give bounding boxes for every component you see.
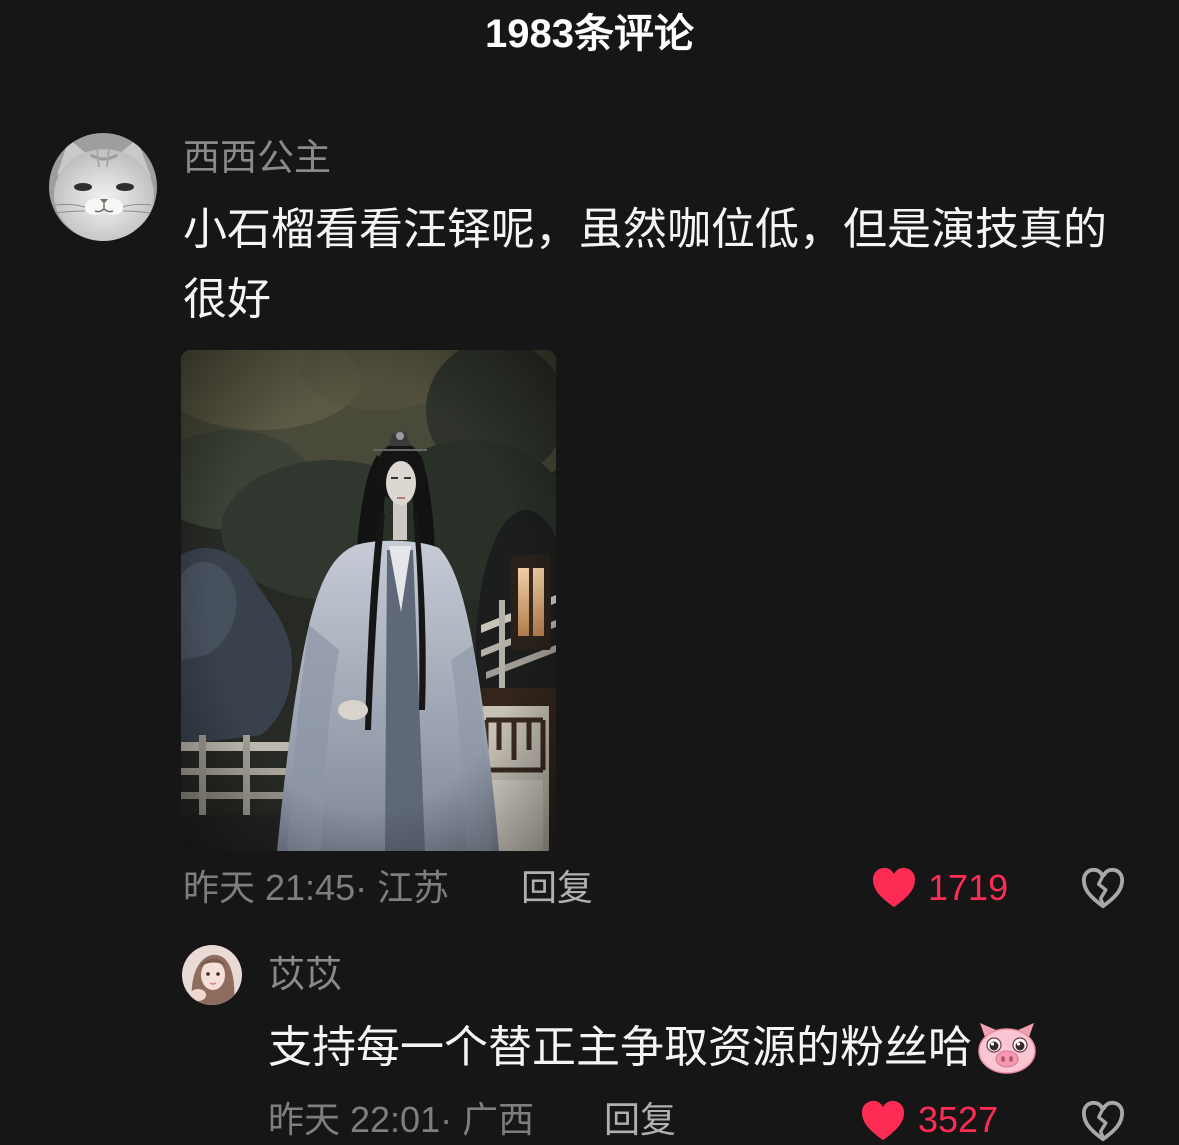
reply-text-row: 支持每一个替正主争取资源的粉丝哈 [268, 1013, 1038, 1083]
comment-photo [181, 350, 556, 851]
avatar[interactable] [49, 133, 157, 241]
comments-page: 1983条评论 西西公主 小石榴看看汪铎呢，虽然咖位低，但是演技真的很好 昨天 … [0, 0, 1179, 1145]
comment-image[interactable] [181, 350, 556, 851]
cat-avatar-image [49, 133, 157, 241]
comment-text: 小石榴看看汪铎呢，虽然咖位低，但是演技真的很好 [183, 205, 1107, 324]
broken-heart-icon[interactable] [1080, 866, 1126, 910]
pig-face-emoji-icon [978, 1023, 1036, 1074]
comment-count-title: 1983条评论 [485, 12, 694, 56]
like-count: 3527 [918, 1099, 999, 1140]
comment-username[interactable]: 西西公主 [183, 136, 331, 180]
comment-meta: 昨天 21:45· 江苏 [183, 867, 450, 908]
reply-avatar[interactable] [182, 945, 242, 1005]
reply-button[interactable]: 回复 [521, 866, 593, 910]
reply-meta: 昨天 22:01· 广西 [268, 1099, 535, 1140]
reply-text: 支持每一个替正主争取资源的粉丝哈 [268, 1023, 972, 1072]
like-count: 1719 [928, 867, 1009, 908]
heart-icon[interactable] [871, 866, 917, 910]
heart-icon[interactable] [860, 1099, 906, 1143]
girl-avatar-image [182, 945, 242, 1005]
reply-button[interactable]: 回复 [604, 1098, 676, 1142]
reply-username[interactable]: 苡苡 [268, 953, 342, 997]
broken-heart-icon[interactable] [1080, 1099, 1126, 1143]
